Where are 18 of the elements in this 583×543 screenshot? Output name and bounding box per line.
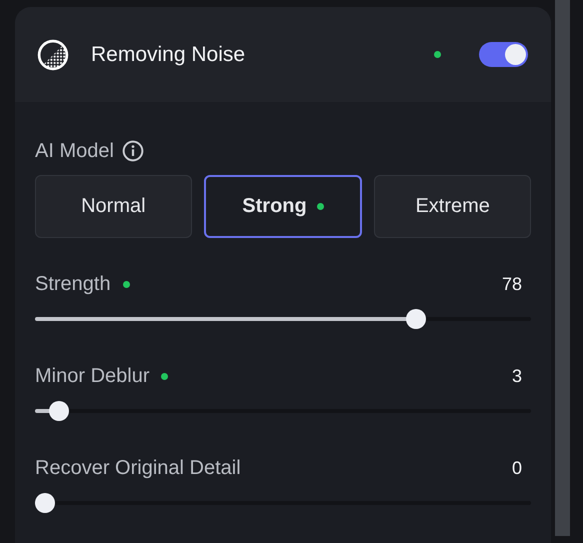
slider-value: 78 — [502, 274, 522, 294]
scrollbar[interactable] — [555, 0, 570, 536]
model-label: AI Model — [35, 140, 114, 162]
model-option-button[interactable]: Extreme — [374, 175, 532, 238]
slider-handle[interactable] — [49, 401, 70, 421]
slider-handle[interactable] — [406, 309, 426, 329]
slider-value: 0 — [512, 458, 522, 478]
slider-label: Minor Deblur — [35, 364, 150, 388]
slider-label: Strength — [35, 272, 111, 296]
toggle-switch[interactable] — [479, 42, 528, 67]
panel-title: Removing Noise — [91, 42, 246, 66]
slider-label: Recover Original Detail — [35, 456, 241, 480]
model-option-button[interactable]: Strong — [204, 175, 362, 238]
model-option-button[interactable]: Normal — [35, 175, 192, 238]
slider-value: 3 — [512, 366, 522, 386]
slider-handle[interactable] — [35, 493, 55, 513]
noise-circle-icon — [37, 38, 69, 70]
info-icon[interactable] — [122, 140, 144, 162]
